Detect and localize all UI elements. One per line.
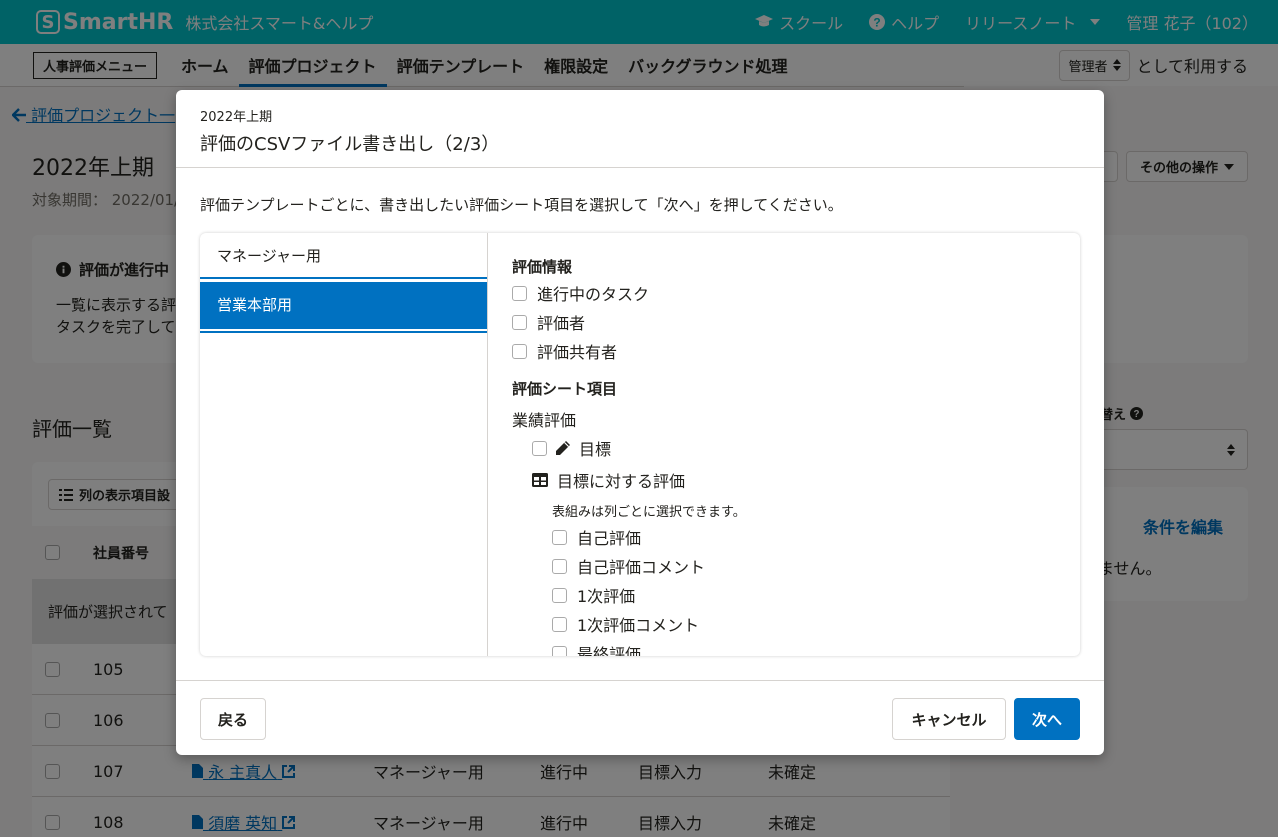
checkbox-box[interactable] [552, 587, 567, 603]
checkbox-box[interactable] [512, 285, 527, 301]
checkbox-evaluator[interactable]: 評価者 [512, 310, 585, 334]
checkbox-box[interactable] [552, 616, 567, 632]
checkbox-first-evaluation-comment[interactable]: 1次評価コメント [552, 612, 699, 636]
dialog-subtitle: 2022年上期 [200, 110, 273, 125]
csv-export-dialog: 2022年上期 評価のCSVファイル書き出し（2/3） 評価テンプレートごとに、… [176, 90, 1104, 755]
checkbox-self-evaluation-comment[interactable]: 自己評価コメント [552, 554, 705, 578]
checkbox-label: 目標 [579, 440, 612, 459]
section-evaluation-info: 評価情報 [512, 258, 573, 276]
dialog-description: 評価テンプレートごとに、書き出したい評価シート項目を選択して「次へ」を押してくだ… [200, 196, 843, 214]
checkbox-label: 評価共有者 [537, 343, 618, 362]
template-list: マネージャー用 営業本部用 [200, 233, 488, 656]
checkbox-evaluation-sharer[interactable]: 評価共有者 [512, 339, 617, 363]
pencil-icon [556, 441, 570, 455]
checkbox-label: 1次評価コメント [577, 616, 700, 635]
goal-evaluation-table: 目標に対する評価 [532, 468, 685, 492]
checkbox-in-progress-task[interactable]: 進行中のタスク [512, 281, 649, 305]
checkbox-box[interactable] [552, 645, 567, 656]
checkbox-first-evaluation[interactable]: 1次評価 [552, 583, 635, 607]
checkbox-self-evaluation[interactable]: 自己評価 [552, 525, 641, 549]
checkbox-box[interactable] [512, 343, 527, 359]
field-selection-panel[interactable]: 評価情報 進行中のタスク 評価者 評価共有者 評価シート項目 業績評価 目標 目… [488, 233, 1080, 656]
group-performance: 業績評価 [512, 411, 577, 430]
section-sheet-items: 評価シート項目 [512, 380, 618, 398]
dialog-footer: 戻る キャンセル 次へ [176, 680, 1104, 755]
checkbox-box[interactable] [512, 314, 527, 330]
table-note: 表組みは列ごとに選択できます。 [552, 505, 746, 520]
checkbox-label: 自己評価 [577, 529, 642, 548]
dialog-header: 2022年上期 評価のCSVファイル書き出し（2/3） [176, 90, 1104, 168]
checkbox-goal[interactable]: 目標 [532, 436, 611, 460]
checkbox-final-evaluation[interactable]: 最終評価 [552, 641, 641, 656]
checkbox-box[interactable] [532, 440, 547, 456]
checkbox-label: 評価者 [537, 314, 586, 333]
template-item-sales[interactable]: 営業本部用 [200, 282, 487, 329]
checkbox-label: 自己評価コメント [577, 558, 706, 577]
back-button[interactable]: 戻る [200, 698, 266, 740]
cancel-button[interactable]: キャンセル [892, 698, 1006, 740]
checkbox-label: 最終評価 [577, 645, 642, 656]
checkbox-label: 1次評価 [577, 587, 636, 606]
checkbox-box[interactable] [552, 558, 567, 574]
table-icon [532, 473, 548, 487]
dialog-title: 評価のCSVファイル書き出し（2/3） [200, 134, 500, 155]
next-button[interactable]: 次へ [1014, 698, 1080, 740]
checkbox-label: 進行中のタスク [537, 285, 650, 304]
table-label: 目標に対する評価 [557, 472, 686, 491]
template-item-manager[interactable]: マネージャー用 [200, 233, 487, 279]
checkbox-box[interactable] [552, 529, 567, 545]
dialog-body: マネージャー用 営業本部用 評価情報 進行中のタスク 評価者 評価共有者 評価シ… [200, 233, 1080, 656]
